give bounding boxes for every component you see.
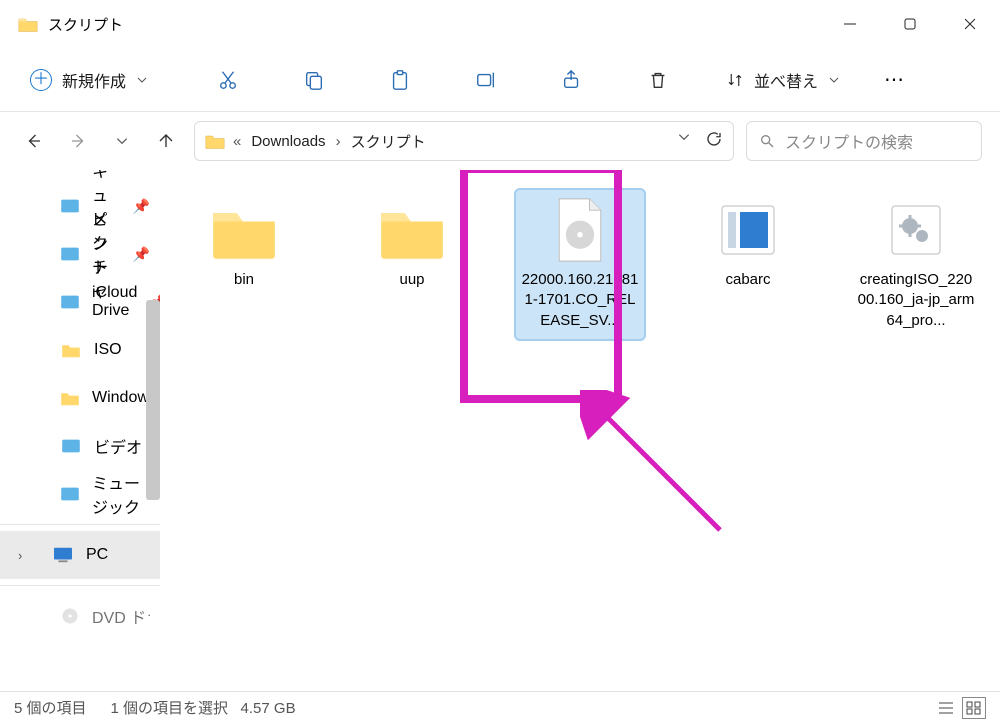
folder-icon bbox=[18, 15, 38, 33]
music-icon bbox=[60, 483, 80, 505]
sidebar-item-icloud[interactable]: iCloud Drive 📌 bbox=[0, 278, 160, 326]
rename-button[interactable] bbox=[468, 62, 504, 98]
recent-dropdown-button[interactable] bbox=[106, 125, 138, 157]
file-item-folder[interactable]: uup bbox=[348, 190, 476, 294]
batch-file-icon bbox=[880, 198, 952, 262]
folder-icon bbox=[60, 339, 82, 361]
app-file-icon bbox=[712, 198, 784, 262]
file-label: 22000.160.210811-1701.CO_RELEASE_SV... bbox=[520, 270, 640, 331]
sidebar-item-label: ビデオ bbox=[94, 434, 142, 458]
sort-button[interactable]: 並べ替え bbox=[726, 68, 840, 92]
sidebar-item-label: iCloud Drive bbox=[92, 284, 137, 320]
chevron-down-icon bbox=[136, 74, 148, 86]
sidebar-item-dvd[interactable]: DVD ドライブ (D:) bbox=[0, 592, 160, 640]
folder-icon bbox=[376, 198, 448, 262]
sidebar-item-pictures[interactable]: ピクチャ 📌 bbox=[0, 230, 160, 278]
icloud-icon bbox=[60, 291, 80, 313]
crumb-leading-sep: « bbox=[233, 133, 241, 150]
back-button[interactable] bbox=[18, 125, 50, 157]
pin-icon: 📌 bbox=[133, 246, 150, 263]
new-button-label: 新規作成 bbox=[62, 68, 126, 92]
status-selection: 1 個の項目を選択 4.57 GB bbox=[111, 697, 296, 718]
file-label: cabarc bbox=[725, 270, 770, 290]
sidebar-item-label: PC bbox=[86, 546, 108, 564]
copy-button[interactable] bbox=[296, 62, 332, 98]
file-label: uup bbox=[399, 270, 424, 290]
sidebar-scrollbar[interactable] bbox=[146, 300, 160, 500]
crumb-current[interactable]: スクリプト bbox=[349, 127, 428, 156]
chevron-down-icon bbox=[828, 74, 840, 86]
sidebar: ドキュメント 📌 ピクチャ 📌 iCloud Drive 📌 bbox=[0, 170, 160, 691]
documents-icon bbox=[60, 195, 80, 217]
file-item-batch[interactable]: creatingISO_22000.160_ja-jp_arm64_pro... bbox=[852, 190, 980, 335]
folder-icon bbox=[205, 132, 225, 150]
videos-icon bbox=[60, 435, 82, 457]
dvd-icon bbox=[60, 605, 80, 627]
iso-file-icon bbox=[544, 198, 616, 262]
crumb-parent[interactable]: Downloads bbox=[249, 129, 327, 154]
search-icon bbox=[759, 133, 775, 149]
sidebar-item-label: Windows 11.pvm bbox=[92, 389, 150, 407]
sidebar-item-documents[interactable]: ドキュメント 📌 bbox=[0, 182, 160, 230]
pictures-icon bbox=[60, 243, 80, 265]
sort-button-label: 並べ替え bbox=[754, 68, 818, 92]
files-pane[interactable]: bin uup bbox=[160, 170, 1000, 691]
share-button[interactable] bbox=[554, 62, 590, 98]
plus-circle-icon: ＋ bbox=[30, 69, 52, 91]
sidebar-item-pc[interactable]: › PC bbox=[0, 531, 160, 579]
file-label: bin bbox=[234, 270, 254, 290]
status-count: 5 個の項目 bbox=[14, 697, 87, 718]
up-button[interactable] bbox=[150, 125, 182, 157]
toolbar: ＋ 新規作成 bbox=[0, 48, 1000, 112]
paste-button[interactable] bbox=[382, 62, 418, 98]
new-button[interactable]: ＋ 新規作成 bbox=[18, 60, 160, 100]
sort-icon bbox=[726, 71, 744, 89]
sidebar-item-label: ISO bbox=[94, 341, 122, 359]
delete-button[interactable] bbox=[640, 62, 676, 98]
details-view-button[interactable] bbox=[934, 697, 958, 719]
pc-icon bbox=[52, 544, 74, 566]
sidebar-item-music[interactable]: ミュージック bbox=[0, 470, 160, 518]
close-button[interactable] bbox=[940, 0, 1000, 48]
folder-icon bbox=[60, 387, 80, 409]
refresh-button[interactable] bbox=[705, 130, 723, 152]
maximize-button[interactable] bbox=[880, 0, 940, 48]
address-bar[interactable]: « Downloads › スクリプト bbox=[194, 121, 734, 161]
forward-button[interactable] bbox=[62, 125, 94, 157]
status-bar: 5 個の項目 1 個の項目を選択 4.57 GB bbox=[0, 691, 1000, 723]
sidebar-item-videos[interactable]: ビデオ bbox=[0, 422, 160, 470]
sidebar-item-label: DVD ドライブ (D:) bbox=[92, 604, 150, 628]
cut-button[interactable] bbox=[210, 62, 246, 98]
sidebar-item-win11pvm[interactable]: Windows 11.pvm bbox=[0, 374, 160, 422]
sidebar-item-iso[interactable]: ISO bbox=[0, 326, 160, 374]
file-item-folder[interactable]: bin bbox=[180, 190, 308, 294]
titlebar: スクリプト bbox=[0, 0, 1000, 48]
sidebar-item-label: ミュージック bbox=[92, 470, 150, 518]
more-button[interactable]: ⋯ bbox=[880, 65, 910, 95]
search-placeholder: スクリプトの検索 bbox=[785, 129, 913, 153]
address-chevron-down-icon[interactable] bbox=[677, 130, 691, 152]
search-box[interactable]: スクリプトの検索 bbox=[746, 121, 982, 161]
icons-view-button[interactable] bbox=[962, 697, 986, 719]
expand-icon[interactable]: › bbox=[18, 548, 22, 563]
pin-icon: 📌 bbox=[133, 198, 150, 215]
minimize-button[interactable] bbox=[820, 0, 880, 48]
nav-row: « Downloads › スクリプト スクリプトの検索 bbox=[0, 112, 1000, 170]
folder-icon bbox=[208, 198, 280, 262]
file-label: creatingISO_22000.160_ja-jp_arm64_pro... bbox=[856, 270, 976, 331]
crumb-sep-icon: › bbox=[336, 133, 341, 150]
file-item-iso[interactable]: 22000.160.210811-1701.CO_RELEASE_SV... bbox=[516, 190, 644, 339]
annotation-arrow bbox=[580, 390, 740, 550]
window-title: スクリプト bbox=[48, 14, 123, 35]
file-item-app[interactable]: cabarc bbox=[684, 190, 812, 294]
